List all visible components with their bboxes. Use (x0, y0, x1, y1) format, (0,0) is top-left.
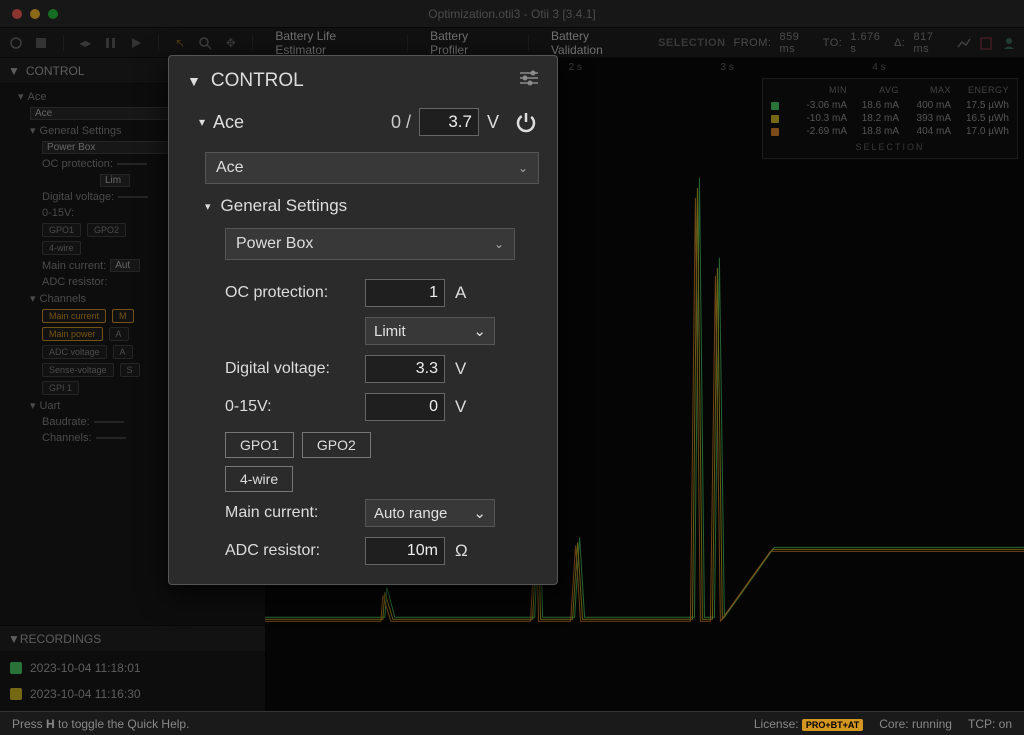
clipboard-icon[interactable] (979, 35, 993, 51)
chevron-down-icon: ⌄ (494, 237, 504, 251)
overlay-device-select[interactable]: Ace ⌄ (205, 152, 539, 184)
record-icon[interactable] (8, 35, 23, 51)
close-icon[interactable] (12, 9, 22, 19)
move-icon[interactable]: ✥ (223, 35, 238, 51)
oc-protection-input[interactable] (365, 279, 445, 307)
chevron-down-icon: ⌄ (473, 504, 486, 522)
gpo2-button[interactable]: GPO2 (302, 432, 371, 458)
chevron-down-icon: ▼ (8, 64, 20, 78)
overlay-powerbox-select[interactable]: Power Box ⌄ (225, 228, 515, 260)
titlebar: Optimization.otii3 - Otii 3 [3.4.1] (0, 0, 1024, 28)
4wire-button[interactable]: 4-wire (225, 466, 293, 492)
oc-protection-label: OC protection: (225, 284, 355, 302)
stop-icon[interactable] (33, 35, 48, 51)
stats-row: -2.69 mA18.8 mA404 mA17.0 µWh (771, 125, 1009, 138)
recording-color-swatch (10, 688, 22, 700)
range-0-15v-input[interactable] (365, 393, 445, 421)
main-current-label: Main current: (225, 504, 355, 522)
zoom-icon[interactable] (198, 35, 213, 51)
control-overlay-dialog: ▼ CONTROL ▾ Ace 0 / V Ace ⌄ ▾ General Se… (168, 55, 558, 585)
recording-color-swatch (10, 662, 22, 674)
window-controls (12, 9, 58, 19)
power-icon[interactable] (513, 109, 539, 135)
oc-mode-select[interactable]: Limit ⌄ (365, 317, 495, 345)
battery-life-estimator-button[interactable]: Battery Life Estimator (267, 27, 393, 59)
chevron-down-icon: ⌄ (473, 322, 486, 340)
gpo1-button[interactable]: GPO1 (225, 432, 294, 458)
main-current-select[interactable]: Auto range ⌄ (365, 499, 495, 527)
chevron-down-icon: ⌄ (518, 161, 528, 175)
recording-label: 2023-10-04 11:18:01 (30, 661, 141, 675)
range-0-15v-label: 0-15V: (225, 398, 355, 416)
pause-icon[interactable] (103, 35, 118, 51)
chevron-down-icon: ▼ (8, 632, 20, 646)
4wire-chip[interactable]: 4-wire (42, 241, 81, 255)
status-help-text: Press H to toggle the Quick Help. (12, 717, 189, 731)
recordings-panel-header[interactable]: ▼ RECORDINGS (0, 625, 265, 651)
adc-resistor-input[interactable] (365, 537, 445, 565)
recording-item[interactable]: 2023-10-04 11:18:01 (0, 655, 265, 681)
overlay-general-settings: General Settings (221, 196, 348, 216)
digital-voltage-label: Digital voltage: (225, 360, 355, 378)
overlay-current: 0 / (391, 112, 411, 133)
window-title: Optimization.otii3 - Otii 3 [3.4.1] (428, 7, 595, 21)
sliders-icon[interactable] (519, 70, 539, 92)
chevron-down-icon[interactable]: ▾ (199, 115, 205, 129)
maximize-icon[interactable] (48, 9, 58, 19)
minimize-icon[interactable] (30, 9, 40, 19)
gpo1-chip[interactable]: GPO1 (42, 223, 81, 237)
overlay-header: ▼ CONTROL (169, 56, 557, 102)
main-toolbar: ◂▸ ↖ ✥ Battery Life Estimator Battery Pr… (0, 28, 1024, 58)
stats-overlay: MIN AVG MAX ENERGY -3.06 mA18.6 mA400 mA… (762, 78, 1018, 159)
gpo2-chip[interactable]: GPO2 (87, 223, 126, 237)
status-core: Core: running (879, 717, 952, 731)
overlay-device-label: Ace (213, 112, 244, 133)
status-bar: Press H to toggle the Quick Help. Licens… (0, 711, 1024, 735)
chevron-down-icon[interactable]: ▾ (205, 200, 211, 213)
pointer-icon[interactable]: ↖ (172, 35, 187, 51)
selection-label: SELECTION (658, 37, 725, 49)
selection-info: SELECTION FROM: 859 ms TO: 1.676 s Δ: 81… (658, 31, 1016, 55)
license-badge: PRO+BT+AT (802, 719, 863, 731)
chevron-down-icon: ▼ (187, 73, 201, 89)
adc-resistor-label: ADC resistor: (225, 542, 355, 560)
digital-voltage-input[interactable] (365, 355, 445, 383)
status-tcp: TCP: on (968, 717, 1012, 731)
battery-validation-button[interactable]: Battery Validation (543, 27, 648, 59)
overlay-voltage-input[interactable] (419, 108, 479, 136)
battery-profiler-button[interactable]: Battery Profiler (422, 27, 514, 59)
chart-icon[interactable] (957, 35, 971, 51)
step-back-icon[interactable]: ◂▸ (78, 35, 93, 51)
stats-row: -10.3 mA18.2 mA393 mA16.5 µWh (771, 112, 1009, 125)
stats-row: -3.06 mA18.6 mA400 mA17.5 µWh (771, 99, 1009, 112)
recording-label: 2023-10-04 11:16:30 (30, 687, 141, 701)
user-icon[interactable] (1002, 35, 1016, 51)
recording-item[interactable]: 2023-10-04 11:16:30 (0, 681, 265, 707)
play-icon[interactable] (128, 35, 143, 51)
